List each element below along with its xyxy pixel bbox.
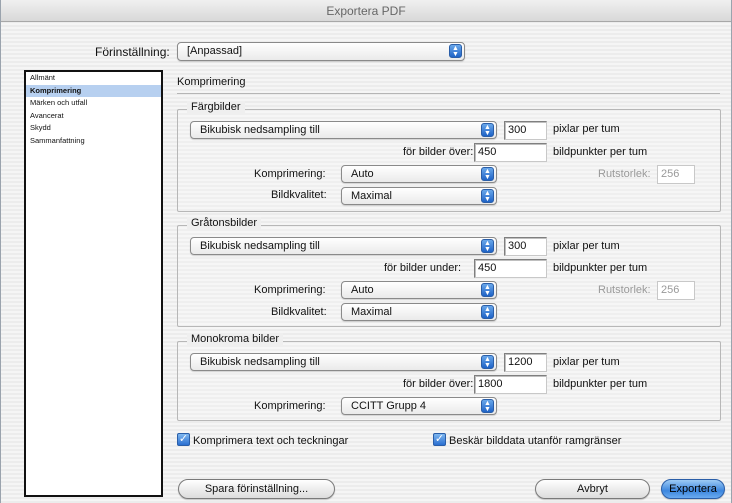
save-preset-button[interactable]: Spara förinställning... [178,479,335,499]
popup-arrows-icon: ▲ ▼ [481,239,494,253]
color-tile-field[interactable]: 256 [657,165,695,184]
crop-images-label: Beskär bilddata utanför ramgränser [449,435,622,447]
mono-compression-popup[interactable]: CCITT Grupp 4 ▲ ▼ [341,397,497,415]
panel-title: Komprimering [177,76,246,88]
color-sampling-popup[interactable]: Bikubisk nedsampling till ▲ ▼ [190,121,497,139]
mono-compression-value: CCITT Grupp 4 [351,400,426,412]
gray-tile-field[interactable]: 256 [657,281,695,300]
color-quality-label: Bildkvalitet: [271,189,327,201]
popup-arrows-icon: ▲ ▼ [481,167,494,181]
color-sampling-value: Bikubisk nedsampling till [200,124,320,136]
mono-group-title: Monokroma bilder [187,333,284,345]
sidebar-item-komprimering[interactable]: Komprimering [26,84,161,97]
gray-under-label: för bilder under: [384,262,462,274]
color-compression-value: Auto [351,168,374,180]
gray-quality-value: Maximal [351,306,392,318]
sidebar-item-sammanfattning[interactable]: Sammanfattning [26,135,161,148]
mono-ppi-field[interactable]: 1200 [504,353,547,372]
panel-divider [177,93,720,94]
sidebar-item-avancerat[interactable]: Avancerat [26,110,161,123]
color-above-label: för bilder över: [403,146,474,158]
color-above-unit: bildpunkter per tum [553,146,648,158]
export-button[interactable]: Exportera [661,479,725,499]
color-ppi-unit: pixlar per tum [553,123,620,135]
mono-sampling-popup[interactable]: Bikubisk nedsampling till ▲ ▼ [190,353,497,371]
color-ppi-field[interactable]: 300 [504,121,547,140]
gray-quality-popup[interactable]: Maximal ▲ ▼ [341,303,497,321]
export-pdf-dialog: Exportera PDF Förinställning: [Anpassad]… [0,0,732,503]
gray-under-unit: bildpunkter per tum [553,262,648,274]
checkmark-icon: ✓ [178,433,189,445]
color-quality-popup[interactable]: Maximal ▲ ▼ [341,187,497,205]
popup-arrows-icon: ▲ ▼ [481,189,494,203]
popup-arrows-icon: ▲ ▼ [481,123,494,137]
compress-text-checkbox[interactable]: ✓ [177,433,190,446]
sidebar-item-allmant[interactable]: Allmänt [26,72,161,85]
popup-arrows-icon: ▲ ▼ [481,355,494,369]
gray-compression-popup[interactable]: Auto ▲ ▼ [341,281,497,299]
category-list: Allmänt Komprimering Märken och utfall A… [24,70,163,497]
window-title: Exportera PDF [1,0,731,22]
gray-group-title: Gråtonsbilder [187,217,262,229]
gray-under-field[interactable]: 450 [474,259,547,278]
mono-compression-label: Komprimering: [254,400,326,412]
popup-arrows-icon: ▲ ▼ [449,44,462,58]
crop-images-checkbox[interactable]: ✓ [433,433,446,446]
mono-above-field[interactable]: 1800 [474,375,547,394]
gray-compression-value: Auto [351,284,374,296]
sidebar-item-marken[interactable]: Märken och utfall [26,97,161,110]
mono-above-label: för bilder över: [403,378,474,390]
color-compression-label: Komprimering: [254,168,326,180]
mono-above-unit: bildpunkter per tum [553,378,648,390]
color-tile-label: Rutstorlek: [598,168,651,180]
gray-quality-label: Bildkvalitet: [271,306,327,318]
popup-arrows-icon: ▲ ▼ [481,283,494,297]
color-compression-popup[interactable]: Auto ▲ ▼ [341,165,497,183]
gray-tile-label: Rutstorlek: [598,284,651,296]
gray-sampling-popup[interactable]: Bikubisk nedsampling till ▲ ▼ [190,237,497,255]
gray-sampling-value: Bikubisk nedsampling till [200,240,320,252]
preset-popup[interactable]: [Anpassad] ▲ ▼ [177,42,465,61]
preset-label: Förinställning: [95,45,170,59]
color-quality-value: Maximal [351,190,392,202]
mono-sampling-value: Bikubisk nedsampling till [200,356,320,368]
gray-compression-label: Komprimering: [254,284,326,296]
color-group-title: Färgbilder [187,101,245,113]
mono-ppi-unit: pixlar per tum [553,356,620,368]
gray-ppi-unit: pixlar per tum [553,240,620,252]
popup-arrows-icon: ▲ ▼ [481,305,494,319]
compress-text-label: Komprimera text och teckningar [193,435,349,447]
checkmark-icon: ✓ [434,433,445,445]
gray-ppi-field[interactable]: 300 [504,237,547,256]
popup-arrows-icon: ▲ ▼ [481,399,494,413]
sidebar-item-skydd[interactable]: Skydd [26,122,161,135]
color-above-field[interactable]: 450 [474,143,547,162]
preset-value: [Anpassad] [187,45,243,57]
cancel-button[interactable]: Avbryt [535,479,650,499]
